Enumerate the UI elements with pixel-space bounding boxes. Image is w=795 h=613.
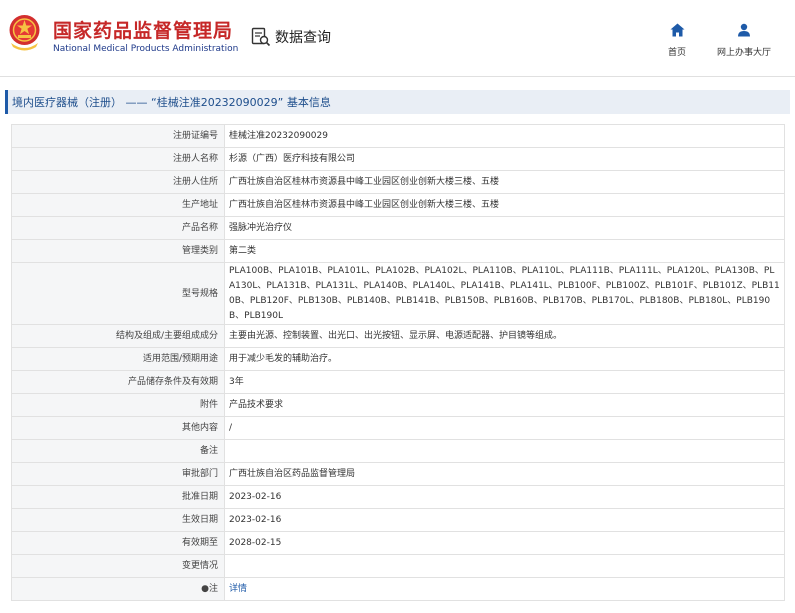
field-value: 产品技术要求	[224, 393, 785, 417]
table-row: 注册人名称 杉源（广西）医疗科技有限公司	[11, 147, 785, 171]
nav-home-label: 首页	[667, 48, 686, 58]
field-value: 详情	[224, 577, 785, 601]
table-row: ●注 详情	[11, 577, 785, 601]
table-row: 产品储存条件及有效期 3年	[11, 370, 785, 394]
field-label: 其他内容	[11, 416, 225, 440]
field-value: 杉源（广西）医疗科技有限公司	[224, 147, 785, 171]
table-row: 附件 产品技术要求	[11, 393, 785, 417]
field-label: 注册人名称	[11, 147, 225, 171]
field-label: 适用范围/预期用途	[11, 347, 225, 371]
field-label: 审批部门	[11, 462, 225, 486]
field-value: 3年	[224, 370, 785, 394]
table-row: 审批部门 广西壮族自治区药品监督管理局	[11, 462, 785, 486]
field-value: 2028-02-15	[224, 531, 785, 555]
breadcrumb: 境内医疗器械（注册） —— “桂械注准20232090029” 基本信息	[5, 90, 790, 114]
table-row: 适用范围/预期用途 用于减少毛发的辅助治疗。	[11, 347, 785, 371]
data-search-icon	[251, 27, 271, 47]
breadcrumb-text: 境内医疗器械（注册） —— “桂械注准20232090029” 基本信息	[12, 96, 331, 109]
field-value: 强脉冲光治疗仪	[224, 216, 785, 240]
field-label: 型号规格	[11, 262, 225, 325]
field-label: 结构及组成/主要组成成分	[11, 324, 225, 348]
table-row: 管理类别 第二类	[11, 239, 785, 263]
table-row: 批准日期 2023-02-16	[11, 485, 785, 509]
field-value: 用于减少毛发的辅助治疗。	[224, 347, 785, 371]
field-label: 注册人住所	[11, 170, 225, 194]
nav-service-hall-label: 网上办事大厅	[716, 48, 771, 58]
data-query-link[interactable]: 数据查询	[251, 25, 331, 49]
header-divider	[0, 76, 795, 77]
field-value: 第二类	[224, 239, 785, 263]
device-info-table: 注册证编号 桂械注准20232090029 注册人名称 杉源（广西）医疗科技有限公司注…	[11, 124, 785, 601]
field-label: 管理类别	[11, 239, 225, 263]
site-title[interactable]: 国家药品监督管理局	[53, 16, 233, 43]
field-label: 注册证编号	[11, 124, 225, 148]
table-row: 注册人住所 广西壮族自治区桂林市资源县中峰工业园区创业创新大楼三楼、五楼	[11, 170, 785, 194]
user-icon	[738, 23, 750, 37]
field-label: 生效日期	[11, 508, 225, 532]
field-label: 批准日期	[11, 485, 225, 509]
site-subtitle[interactable]: National Medical Products Administration	[53, 44, 238, 54]
details-link[interactable]: 详情	[229, 584, 247, 594]
field-value	[224, 554, 785, 578]
table-row: 注册证编号 桂械注准20232090029	[11, 124, 785, 148]
field-label: 变更情况	[11, 554, 225, 578]
table-row: 变更情况	[11, 554, 785, 578]
national-emblem-icon	[9, 15, 40, 51]
field-value: 广西壮族自治区桂林市资源县中峰工业园区创业创新大楼三楼、五楼	[224, 193, 785, 217]
field-value: 广西壮族自治区桂林市资源县中峰工业园区创业创新大楼三楼、五楼	[224, 170, 785, 194]
field-value: /	[224, 416, 785, 440]
nav-service-hall-button[interactable]: 网上办事大厅	[712, 22, 776, 58]
field-value: PLA100B、PLA101B、PLA101L、PLA102B、PLA102L、…	[224, 262, 785, 325]
field-value: 2023-02-16	[224, 485, 785, 509]
table-row: 备注	[11, 439, 785, 463]
table-row: 结构及组成/主要组成成分 主要由光源、控制装置、出光口、出光按钮、显示屏、电源适配…	[11, 324, 785, 348]
table-row: 其他内容 /	[11, 416, 785, 440]
table-row: 型号规格 PLA100B、PLA101B、PLA101L、PLA102B、PLA1…	[11, 262, 785, 325]
field-label: 有效期至	[11, 531, 225, 555]
field-label: 产品名称	[11, 216, 225, 240]
field-label: 生产地址	[11, 193, 225, 217]
field-value: 2023-02-16	[224, 508, 785, 532]
table-row: 生产地址 广西壮族自治区桂林市资源县中峰工业园区创业创新大楼三楼、五楼	[11, 193, 785, 217]
field-label: 产品储存条件及有效期	[11, 370, 225, 394]
data-query-label: 数据查询	[275, 30, 331, 46]
field-label: ●注	[11, 577, 225, 601]
field-value: 主要由光源、控制装置、出光口、出光按钮、显示屏、电源适配器、护目镜等组成。	[224, 324, 785, 348]
home-icon	[670, 23, 684, 37]
field-label: 附件	[11, 393, 225, 417]
field-label: 备注	[11, 439, 225, 463]
field-value	[224, 439, 785, 463]
nav-home-button[interactable]: 首页	[662, 22, 692, 58]
table-row: 生效日期 2023-02-16	[11, 508, 785, 532]
field-value: 桂械注准20232090029	[224, 124, 785, 148]
site-header: 国家药品监督管理局 National Medical Products Admi…	[0, 0, 795, 76]
table-row: 产品名称 强脉冲光治疗仪	[11, 216, 785, 240]
table-row: 有效期至 2028-02-15	[11, 531, 785, 555]
field-value: 广西壮族自治区药品监督管理局	[224, 462, 785, 486]
